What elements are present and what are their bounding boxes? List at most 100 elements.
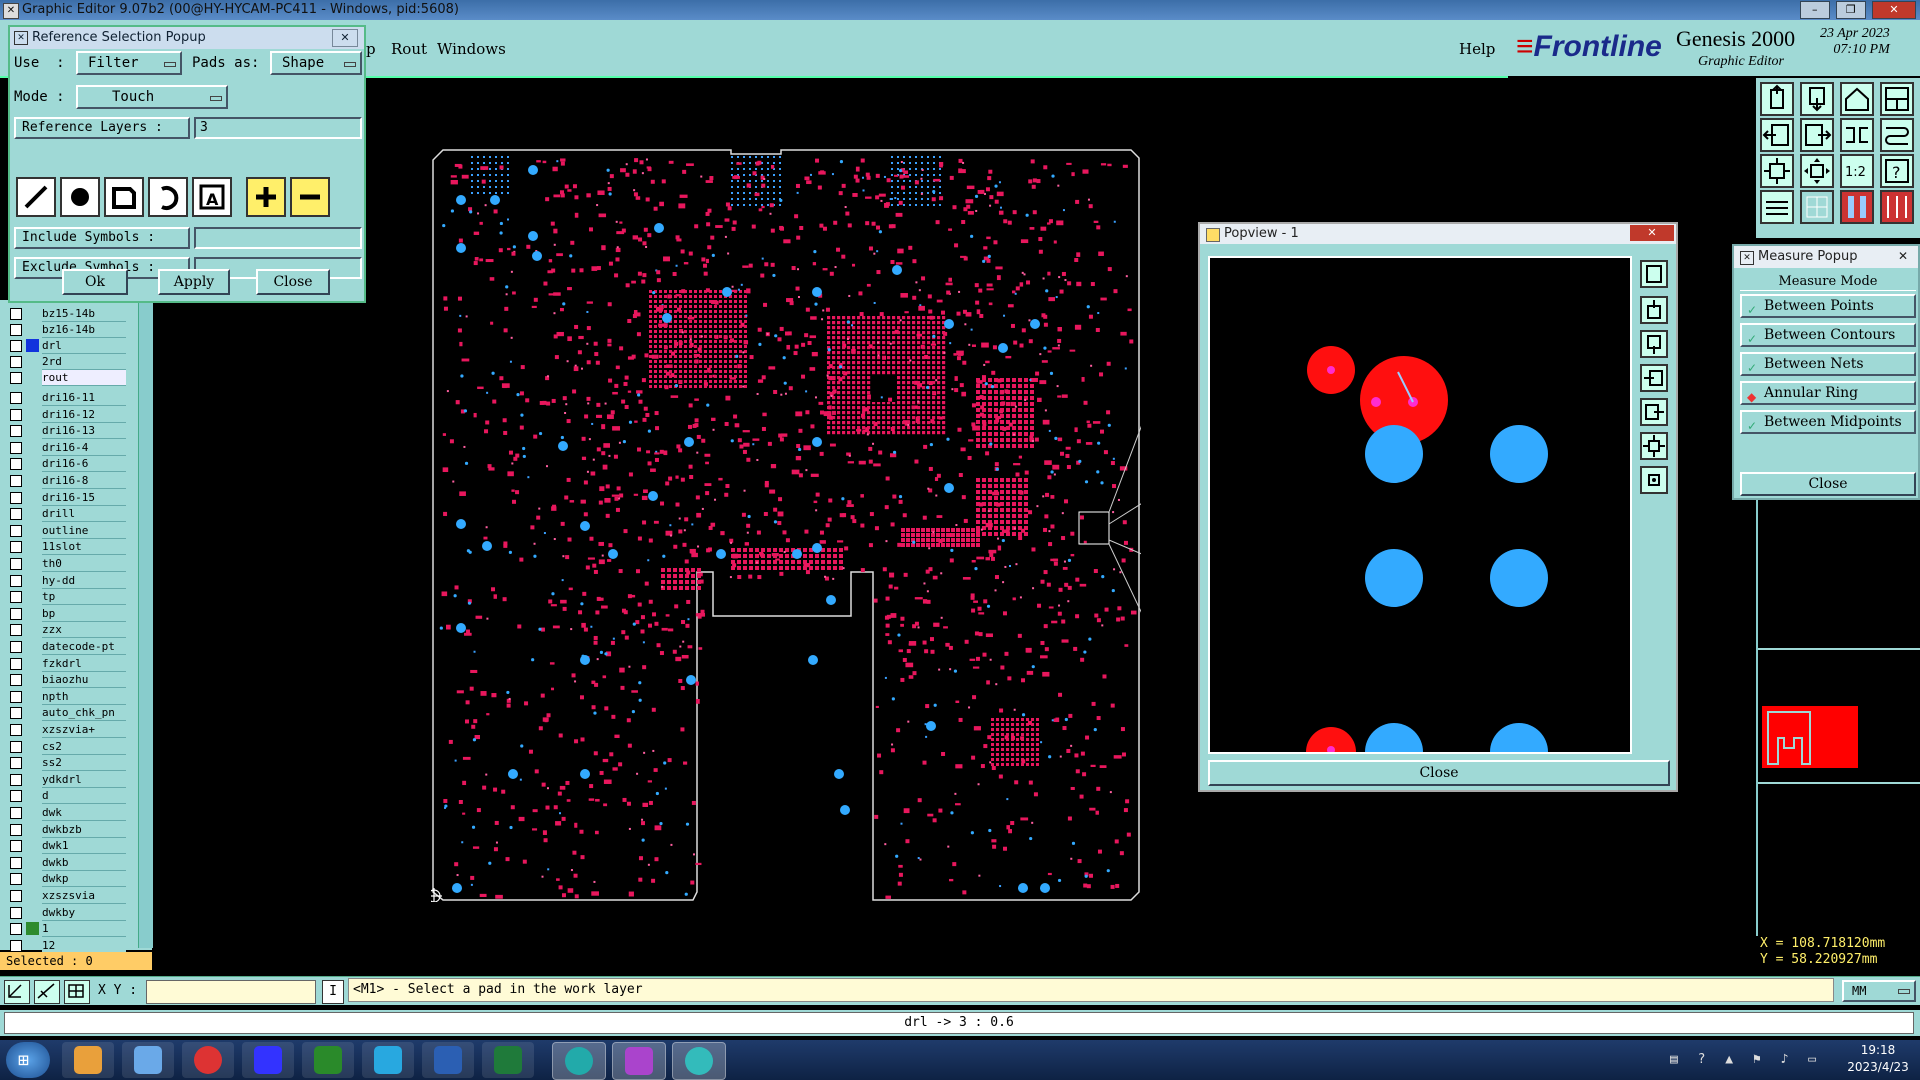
tray-icons[interactable]: ▤ ? ▲ ⚑ ♪ ▭ xyxy=(1670,1052,1822,1067)
menu-item-p[interactable]: p xyxy=(366,40,376,58)
layers-icon[interactable] xyxy=(1760,190,1794,224)
layer-checkbox[interactable] xyxy=(10,608,22,620)
help-question-icon[interactable]: ? xyxy=(1880,154,1914,188)
layer-color-swatch[interactable] xyxy=(26,339,39,352)
taskbar-app-excel[interactable] xyxy=(482,1042,534,1078)
snap-tool-icon[interactable] xyxy=(34,980,60,1004)
layer-color-swatch[interactable] xyxy=(26,524,39,537)
layer-color-swatch[interactable] xyxy=(26,922,39,935)
layer-checkbox[interactable] xyxy=(10,442,22,454)
layer-row[interactable]: bz16-14b xyxy=(4,322,126,338)
layer-color-swatch[interactable] xyxy=(26,657,39,670)
layer-row[interactable]: xzszsvia xyxy=(4,888,126,904)
layer-checkbox[interactable] xyxy=(10,624,22,636)
popup-close-icon[interactable]: ✕ xyxy=(332,29,358,47)
layer-checkbox[interactable] xyxy=(10,923,22,935)
layer-checkbox[interactable] xyxy=(10,409,22,421)
layer-checkbox[interactable] xyxy=(10,890,22,902)
measure-option[interactable]: ✓ Between Points xyxy=(1740,294,1916,318)
layer-row[interactable]: dwk1 xyxy=(4,838,126,854)
use-select[interactable]: Filter xyxy=(76,51,182,75)
taskbar-app-save[interactable] xyxy=(242,1042,294,1078)
line-shape-icon[interactable] xyxy=(16,177,56,217)
layer-row[interactable]: outline xyxy=(4,523,126,539)
layer-row[interactable]: auto_chk_pn xyxy=(4,705,126,721)
layer-color-swatch[interactable] xyxy=(26,773,39,786)
popview-zoom-out-icon[interactable] xyxy=(1640,330,1668,358)
popview-close-icon[interactable]: ✕ xyxy=(1630,225,1674,241)
layer-color-swatch[interactable] xyxy=(26,839,39,852)
taskbar-app-shell[interactable] xyxy=(62,1042,114,1078)
layer-checkbox[interactable] xyxy=(10,541,22,553)
layer-row[interactable]: dwk xyxy=(4,805,126,821)
layer-checkbox[interactable] xyxy=(10,674,22,686)
layer-row[interactable]: hy-dd xyxy=(4,573,126,589)
layer-color-swatch[interactable] xyxy=(26,424,39,437)
snap-icon[interactable] xyxy=(1880,118,1914,152)
layer-checkbox[interactable] xyxy=(10,372,22,384)
popview-zoom-icon[interactable] xyxy=(1640,260,1668,288)
layer-checkbox[interactable] xyxy=(10,392,22,404)
layer-row[interactable]: 12 xyxy=(4,938,126,954)
popview-zoom-in-icon[interactable] xyxy=(1640,296,1668,324)
layer-row[interactable]: drl xyxy=(4,338,126,354)
layer-row[interactable]: dri16-13 xyxy=(4,423,126,439)
layer-row[interactable]: dri16-6 xyxy=(4,456,126,472)
layer-checkbox[interactable] xyxy=(10,641,22,653)
layer-color-swatch[interactable] xyxy=(26,806,39,819)
layer-color-swatch[interactable] xyxy=(26,557,39,570)
layer-row[interactable]: bz15-14b xyxy=(4,306,126,322)
layer-row[interactable]: dri16-15 xyxy=(4,490,126,506)
units-select[interactable]: MM xyxy=(1842,980,1916,1002)
layer-row[interactable]: dri16-4 xyxy=(4,440,126,456)
mode-select[interactable]: Touch xyxy=(76,85,228,109)
layer-color-swatch[interactable] xyxy=(26,540,39,553)
scale-1-2-icon[interactable]: 1:2 xyxy=(1840,154,1874,188)
home-icon[interactable] xyxy=(1840,82,1874,116)
layer-checkbox[interactable] xyxy=(10,741,22,753)
layer-checkbox[interactable] xyxy=(10,425,22,437)
layer-color-swatch[interactable] xyxy=(26,474,39,487)
layer-color-swatch[interactable] xyxy=(26,673,39,686)
layer-row[interactable]: cs2 xyxy=(4,739,126,755)
minimize-button[interactable]: – xyxy=(1799,1,1830,19)
layer-color-swatch[interactable] xyxy=(26,590,39,603)
apply-button[interactable]: Apply xyxy=(158,269,230,295)
layer-checkbox[interactable] xyxy=(10,774,22,786)
layer-color-swatch[interactable] xyxy=(26,740,39,753)
layer-checkbox[interactable] xyxy=(10,707,22,719)
taskbar-app-blue[interactable] xyxy=(362,1042,414,1078)
menu-item-windows[interactable]: Windows xyxy=(437,40,506,58)
layer-color-swatch[interactable] xyxy=(26,507,39,520)
layer-row[interactable]: d xyxy=(4,788,126,804)
surface-shape-icon[interactable] xyxy=(104,177,144,217)
layer-checkbox[interactable] xyxy=(10,691,22,703)
taskbar-app-green[interactable] xyxy=(302,1042,354,1078)
layer-row[interactable]: dwkp xyxy=(4,871,126,887)
layer-color-swatch[interactable] xyxy=(26,789,39,802)
popview-canvas[interactable] xyxy=(1208,256,1632,754)
taskbar-app-genesis[interactable] xyxy=(552,1042,606,1080)
layer-color-swatch[interactable] xyxy=(26,889,39,902)
frame-icon[interactable] xyxy=(1880,82,1914,116)
layer-checkbox[interactable] xyxy=(10,757,22,769)
pads-as-select[interactable]: Shape xyxy=(270,51,362,75)
layer-checkbox[interactable] xyxy=(10,508,22,520)
mirror-icon[interactable] xyxy=(1840,118,1874,152)
layer-checkbox[interactable] xyxy=(10,558,22,570)
layer-checkbox[interactable] xyxy=(10,873,22,885)
layer-color-swatch[interactable] xyxy=(26,323,39,336)
layer-row[interactable]: dri16-8 xyxy=(4,473,126,489)
remove-minus-icon[interactable] xyxy=(290,177,330,217)
layer-color-swatch[interactable] xyxy=(26,723,39,736)
ok-button[interactable]: Ok xyxy=(62,269,128,295)
layer-checkbox[interactable] xyxy=(10,840,22,852)
layer-row[interactable]: 11slot xyxy=(4,539,126,555)
layer-row[interactable]: dwkb xyxy=(4,855,126,871)
zoom-home-icon[interactable] xyxy=(1760,82,1794,116)
layer-checkbox[interactable] xyxy=(10,940,22,952)
text-shape-icon[interactable]: A xyxy=(192,177,232,217)
layer-row[interactable]: dri16-12 xyxy=(4,407,126,423)
layer-color-swatch[interactable] xyxy=(26,408,39,421)
layer-row[interactable]: datecode-pt xyxy=(4,639,126,655)
